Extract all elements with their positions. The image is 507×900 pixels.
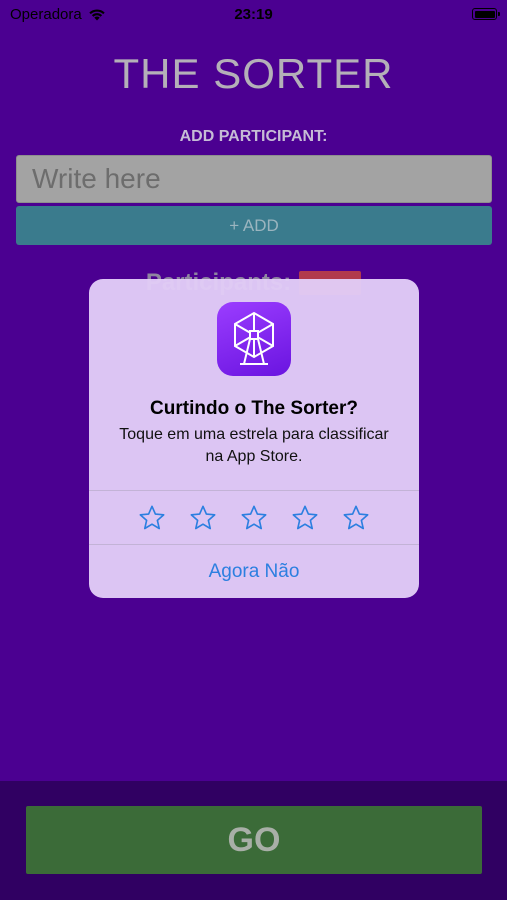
star-icon-1[interactable] [138,504,166,532]
alert-title: Curtindo o The Sorter? [150,398,358,419]
alert-message: Toque em uma estrela para classificar na… [119,426,389,465]
star-icon-3[interactable] [240,504,268,532]
star-icon-2[interactable] [189,504,217,532]
app-icon-ferris-wheel [217,302,291,376]
go-button[interactable]: GO [26,806,482,874]
star-icon-5[interactable] [342,504,370,532]
star-rating-row [89,491,419,545]
not-now-button[interactable]: Agora Não [89,545,419,598]
star-icon-4[interactable] [291,504,319,532]
rating-alert: Curtindo o The Sorter? Toque em uma estr… [89,279,419,598]
